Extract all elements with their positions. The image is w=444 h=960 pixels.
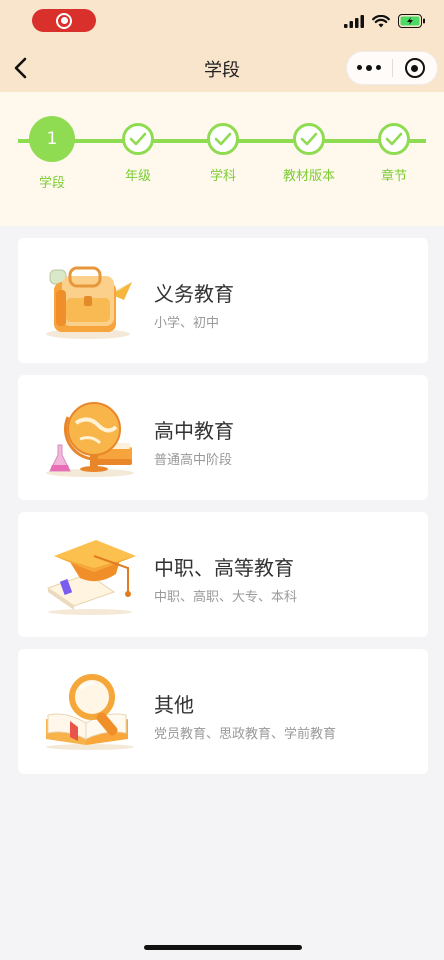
battery-icon	[398, 14, 425, 28]
step-label: 教材版本	[282, 169, 335, 184]
globe-icon	[46, 402, 134, 477]
checkmark-icon	[207, 123, 239, 155]
navigation-bar: 学段	[0, 44, 444, 92]
record-icon	[56, 12, 72, 29]
close-mini-program-button[interactable]	[393, 52, 438, 84]
magnifier-book-icon	[46, 674, 134, 750]
step-textbook-edition[interactable]: 教材版本	[269, 118, 349, 184]
graduation-cap-icon	[46, 540, 136, 615]
step-grade[interactable]: 年级	[98, 118, 178, 184]
step-subject[interactable]: 学科	[183, 118, 263, 184]
step-stage[interactable]: 1 学段	[12, 116, 92, 191]
target-circle-icon	[404, 58, 425, 78]
screen-recording-indicator[interactable]	[32, 9, 96, 32]
more-dots-icon	[357, 65, 382, 71]
card-vocational-higher-education[interactable]: 中职、高等教育 中职、高职、大专、本科	[18, 512, 428, 637]
checkmark-icon	[378, 123, 410, 155]
checkmark-icon	[122, 123, 154, 155]
card-title: 中职、高等教育	[154, 556, 294, 580]
step-chapter[interactable]: 章节	[354, 118, 434, 184]
more-button[interactable]	[347, 52, 392, 84]
backpack-icon	[46, 266, 132, 339]
step-label: 章节	[380, 169, 407, 184]
card-subtitle: 普通高中阶段	[154, 453, 233, 468]
card-subtitle: 小学、初中	[154, 316, 220, 331]
card-title: 其他	[154, 693, 194, 717]
step-label: 年级	[124, 169, 151, 184]
card-title: 高中教育	[154, 419, 234, 443]
signal-icon	[344, 14, 364, 28]
step-label: 学科	[209, 169, 236, 184]
home-indicator	[144, 945, 302, 950]
step-label: 学段	[38, 176, 65, 191]
wifi-icon	[372, 14, 390, 27]
checkmark-icon	[293, 123, 325, 155]
mini-program-capsule	[346, 51, 438, 85]
step-progress: 1 学段 年级 学科 教材版本 章节	[0, 92, 444, 226]
card-subtitle: 党员教育、思政教育、学前教育	[154, 727, 337, 742]
card-compulsory-education[interactable]: 义务教育 小学、初中	[18, 238, 428, 363]
card-high-school-education[interactable]: 高中教育 普通高中阶段	[18, 375, 428, 500]
card-subtitle: 中职、高职、大专、本科	[154, 590, 298, 605]
status-bar	[0, 0, 444, 44]
card-title: 义务教育	[154, 282, 234, 306]
card-other[interactable]: 其他 党员教育、思政教育、学前教育	[18, 649, 428, 774]
step-number-badge: 1	[29, 116, 75, 162]
